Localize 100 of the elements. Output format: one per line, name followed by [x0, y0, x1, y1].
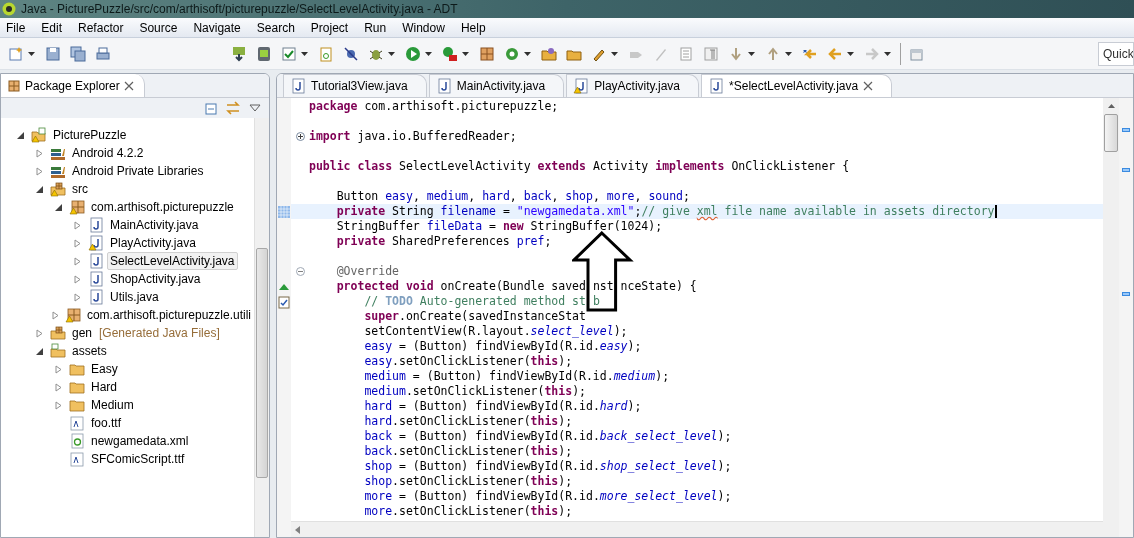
expand-arrow-icon[interactable] — [72, 292, 82, 302]
tree-item[interactable]: src — [69, 180, 91, 198]
caret-icon[interactable] — [424, 50, 433, 57]
menu-item[interactable]: File — [6, 18, 26, 37]
code-line: hard = (Button) findViewById(R.id.hard); — [363, 399, 642, 414]
expand-arrow-icon[interactable] — [34, 328, 44, 338]
run-icon[interactable] — [405, 45, 421, 62]
no-symbol-icon[interactable] — [343, 45, 359, 62]
caret-icon[interactable] — [461, 50, 470, 57]
editor-tab[interactable]: MainActivity.java — [428, 74, 565, 97]
caret-icon[interactable] — [610, 50, 619, 57]
tree-item[interactable]: ShopActivity.java — [107, 270, 204, 288]
tree-item[interactable]: assets — [69, 342, 110, 360]
tree-item[interactable]: MainActivity.java — [107, 216, 202, 234]
new-file-icon[interactable] — [318, 45, 334, 62]
expand-arrow-icon[interactable] — [34, 148, 44, 158]
tree-item[interactable]: Medium — [88, 396, 137, 414]
editor-tab[interactable]: Tutorial3View.java — [283, 74, 427, 97]
caret-icon[interactable] — [387, 50, 396, 57]
tree-item[interactable]: SelectLevelActivity.java — [107, 252, 238, 270]
menu-item[interactable]: Source — [139, 18, 178, 37]
close-icon[interactable] — [863, 81, 874, 91]
tree-item[interactable]: SFComicScript.ttf — [88, 450, 188, 468]
download-icon[interactable] — [231, 45, 247, 62]
expand-arrow-icon[interactable] — [72, 274, 82, 284]
window-title: Java - PicturePuzzle/src/com/arthisoft/picturepuzzle/SelectLevelActivity.java - ADT — [21, 1, 458, 18]
expand-arrow-icon[interactable] — [53, 400, 63, 410]
print-icon[interactable] — [95, 45, 111, 62]
quick-access-field[interactable]: Quick — [1098, 41, 1134, 66]
tree-item[interactable]: newgamedata.xml — [88, 432, 192, 450]
menu-item[interactable]: Project — [310, 18, 349, 37]
collapse-arrow-icon[interactable] — [15, 130, 25, 140]
scrollbar-thumb[interactable] — [1104, 114, 1118, 152]
horizontal-scrollbar[interactable] — [291, 521, 1103, 537]
caret-icon[interactable] — [747, 50, 756, 57]
tree-item[interactable]: PlayActivity.java — [107, 234, 199, 252]
caret-icon[interactable] — [27, 50, 36, 57]
tree-item[interactable]: Easy — [88, 360, 121, 378]
code-line: shop = (Button) findViewById(R.id.shop_select_level); — [363, 459, 732, 474]
expand-fold-icon[interactable] — [295, 132, 305, 141]
menu-item[interactable]: Navigate — [193, 18, 241, 37]
save-all-icon[interactable] — [70, 45, 86, 62]
scrollbar[interactable] — [254, 118, 269, 537]
menu-item[interactable]: Search — [256, 18, 295, 37]
caret-icon[interactable] — [784, 50, 793, 57]
collapse-arrow-icon[interactable] — [34, 346, 44, 356]
editor-tab[interactable]: PlayActivity.java — [566, 74, 700, 97]
tree-item[interactable]: Android Private Libraries — [69, 162, 207, 180]
code-line: easy = (Button) findViewById(R.id.easy); — [363, 339, 642, 354]
collapse-all-icon[interactable] — [203, 101, 217, 115]
code-line: public class SelectLevelActivity extends Activity implements OnClickListener { — [309, 159, 850, 174]
expand-arrow-icon[interactable] — [53, 364, 63, 374]
collapse-fold-icon[interactable] — [295, 267, 305, 276]
menu-item[interactable]: Window — [402, 18, 445, 37]
checkbox-icon[interactable] — [281, 45, 297, 62]
menu-item[interactable]: Run — [364, 18, 387, 37]
tree-item[interactable]: Hard — [88, 378, 120, 396]
expand-arrow-icon[interactable] — [51, 310, 61, 320]
collapse-arrow-icon[interactable] — [53, 202, 63, 212]
expand-arrow-icon[interactable] — [72, 238, 82, 248]
folder-icon[interactable] — [541, 45, 557, 62]
expand-arrow-icon[interactable] — [53, 382, 63, 392]
expand-arrow-icon[interactable] — [34, 166, 44, 176]
scrollbar[interactable] — [1103, 98, 1119, 537]
caret-icon[interactable] — [883, 50, 892, 57]
left-arrow-icon[interactable] — [295, 525, 301, 534]
panel-tab[interactable]: Package Explorer — [1, 74, 145, 97]
tree-item-decoration: [Generated Java Files] — [99, 325, 220, 342]
code-line: Button easy, medium, hard, back, shop, more, sound; — [335, 189, 690, 204]
tree-item[interactable]: Android 4.2.2 — [69, 144, 147, 162]
expand-arrow-icon[interactable] — [72, 256, 82, 266]
scrollbar-thumb[interactable] — [256, 248, 268, 478]
tree-item[interactable]: Utils.java — [107, 288, 162, 306]
tree-item[interactable]: PicturePuzzle — [50, 126, 130, 144]
tree-item[interactable]: foo.ttf — [88, 414, 125, 432]
caret-icon[interactable] — [846, 50, 855, 57]
editor-tab[interactable]: *SelectLevelActivity.java — [701, 74, 893, 97]
run-icon[interactable] — [442, 45, 458, 62]
save-icon[interactable] — [45, 45, 61, 62]
tree-item[interactable]: com.arthisoft.picturepuzzle.utili — [83, 306, 254, 324]
pilcrow-icon[interactable] — [703, 45, 719, 62]
overview-marker[interactable] — [1122, 128, 1130, 132]
menu-item[interactable]: Help — [460, 18, 486, 37]
up-arrow-icon[interactable] — [1107, 104, 1115, 108]
collapse-arrow-icon[interactable] — [34, 184, 44, 194]
view-menu-icon[interactable] — [249, 104, 261, 112]
tree-item[interactable]: com.arthisoft.picturepuzzle — [88, 198, 237, 216]
overview-marker[interactable] — [1122, 292, 1130, 296]
expand-arrow-icon[interactable] — [72, 220, 82, 230]
code-line: StringBuffer fileData = new StringBuffer(1024); — [335, 219, 663, 234]
tree-item[interactable]: gen — [69, 324, 96, 342]
caret-icon[interactable] — [300, 50, 309, 57]
overview-marker[interactable] — [1122, 168, 1130, 172]
phone-icon[interactable] — [256, 45, 272, 62]
close-icon[interactable] — [123, 80, 134, 91]
swap-arrows-icon[interactable] — [225, 101, 241, 115]
caret-icon[interactable] — [523, 50, 532, 57]
menu-item[interactable]: Edit — [41, 18, 63, 37]
menu-item[interactable]: Refactor — [78, 18, 124, 37]
grid-icon[interactable] — [479, 45, 495, 62]
